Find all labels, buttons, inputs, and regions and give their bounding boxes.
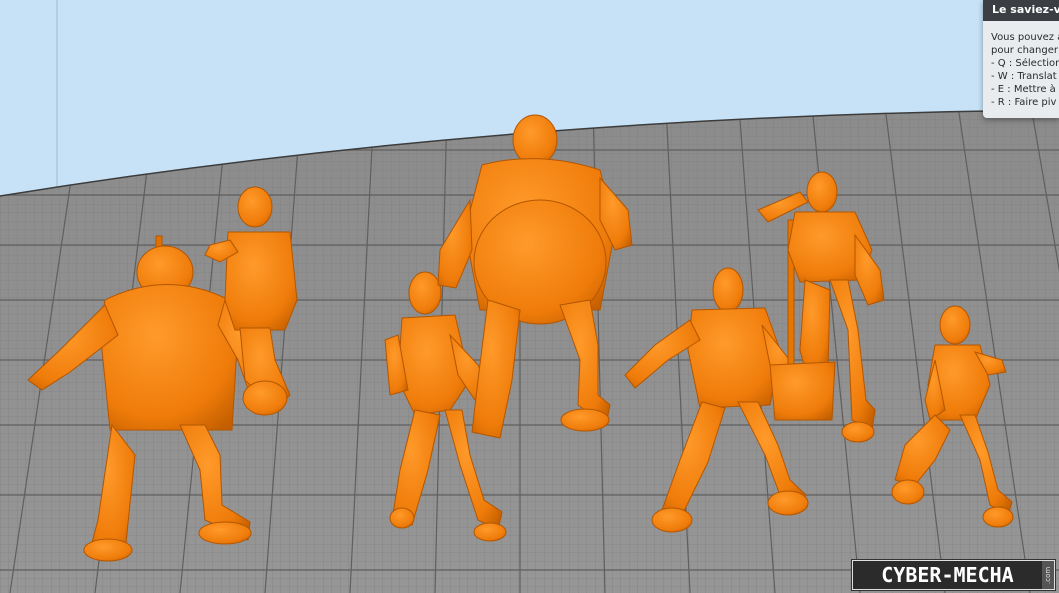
tip-panel: Le saviez-v Vous pouvez a pour changer -… <box>983 0 1059 118</box>
tip-title: Le saviez-v <box>983 0 1059 21</box>
tip-body: Vous pouvez a pour changer - Q : Sélecti… <box>983 21 1059 109</box>
tip-line: pour changer <box>991 45 1059 56</box>
tip-line: Vous pouvez a <box>991 32 1059 43</box>
watermark-suffix: .com <box>1042 561 1054 589</box>
build-plate-scene <box>0 0 1059 593</box>
tip-line: - Q : Sélection <box>991 58 1059 69</box>
watermark-logo: CYBER-MECHA .com <box>852 560 1055 590</box>
tip-line: - W : Translat <box>991 71 1057 82</box>
watermark-text: CYBER-MECHA <box>881 563 1014 587</box>
tip-line: - R : Faire piv <box>991 97 1057 108</box>
3d-viewport[interactable] <box>0 0 1059 593</box>
tip-line: - E : Mettre à <box>991 84 1056 95</box>
